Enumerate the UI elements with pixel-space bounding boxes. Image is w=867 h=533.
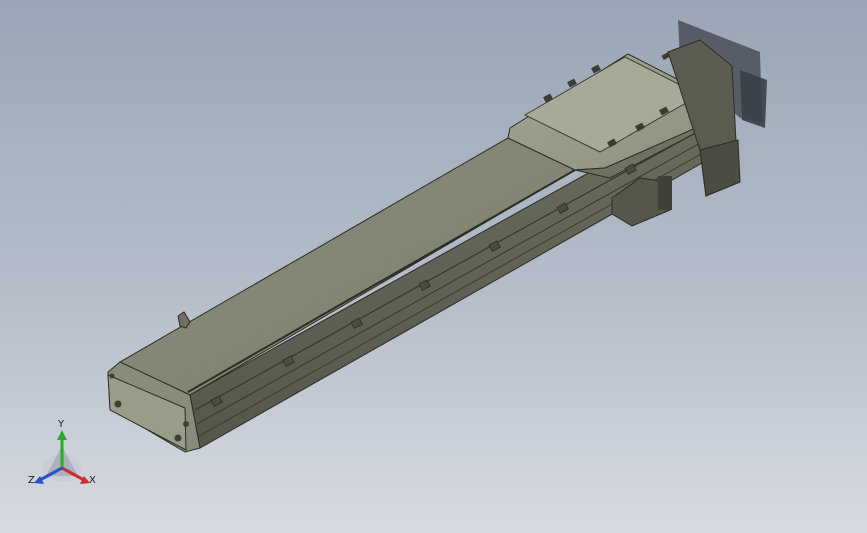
linear-actuator-model[interactable]: [0, 0, 867, 533]
end-cap-bolt-3: [183, 421, 189, 427]
view-orientation-triad[interactable]: Y X Z: [22, 418, 112, 498]
x-axis-label: X: [89, 475, 96, 486]
y-axis-label: Y: [58, 419, 65, 430]
end-cap-bolt-4: [109, 373, 115, 379]
graphics-viewport[interactable]: Y X Z: [0, 0, 867, 533]
end-cap-bolt-2: [174, 434, 182, 442]
rail-groove-1: [194, 121, 716, 411]
motor-band: [658, 176, 672, 210]
motor-shadow-tail: [740, 70, 767, 128]
triad-graphic: [34, 430, 90, 484]
sensor-bracket: [177, 311, 191, 329]
z-axis-label: Z: [28, 475, 35, 486]
motor-flange: [699, 139, 741, 197]
end-cap-bolt-1: [114, 400, 122, 408]
cover-seam: [187, 169, 576, 393]
y-axis-head: [57, 430, 67, 440]
